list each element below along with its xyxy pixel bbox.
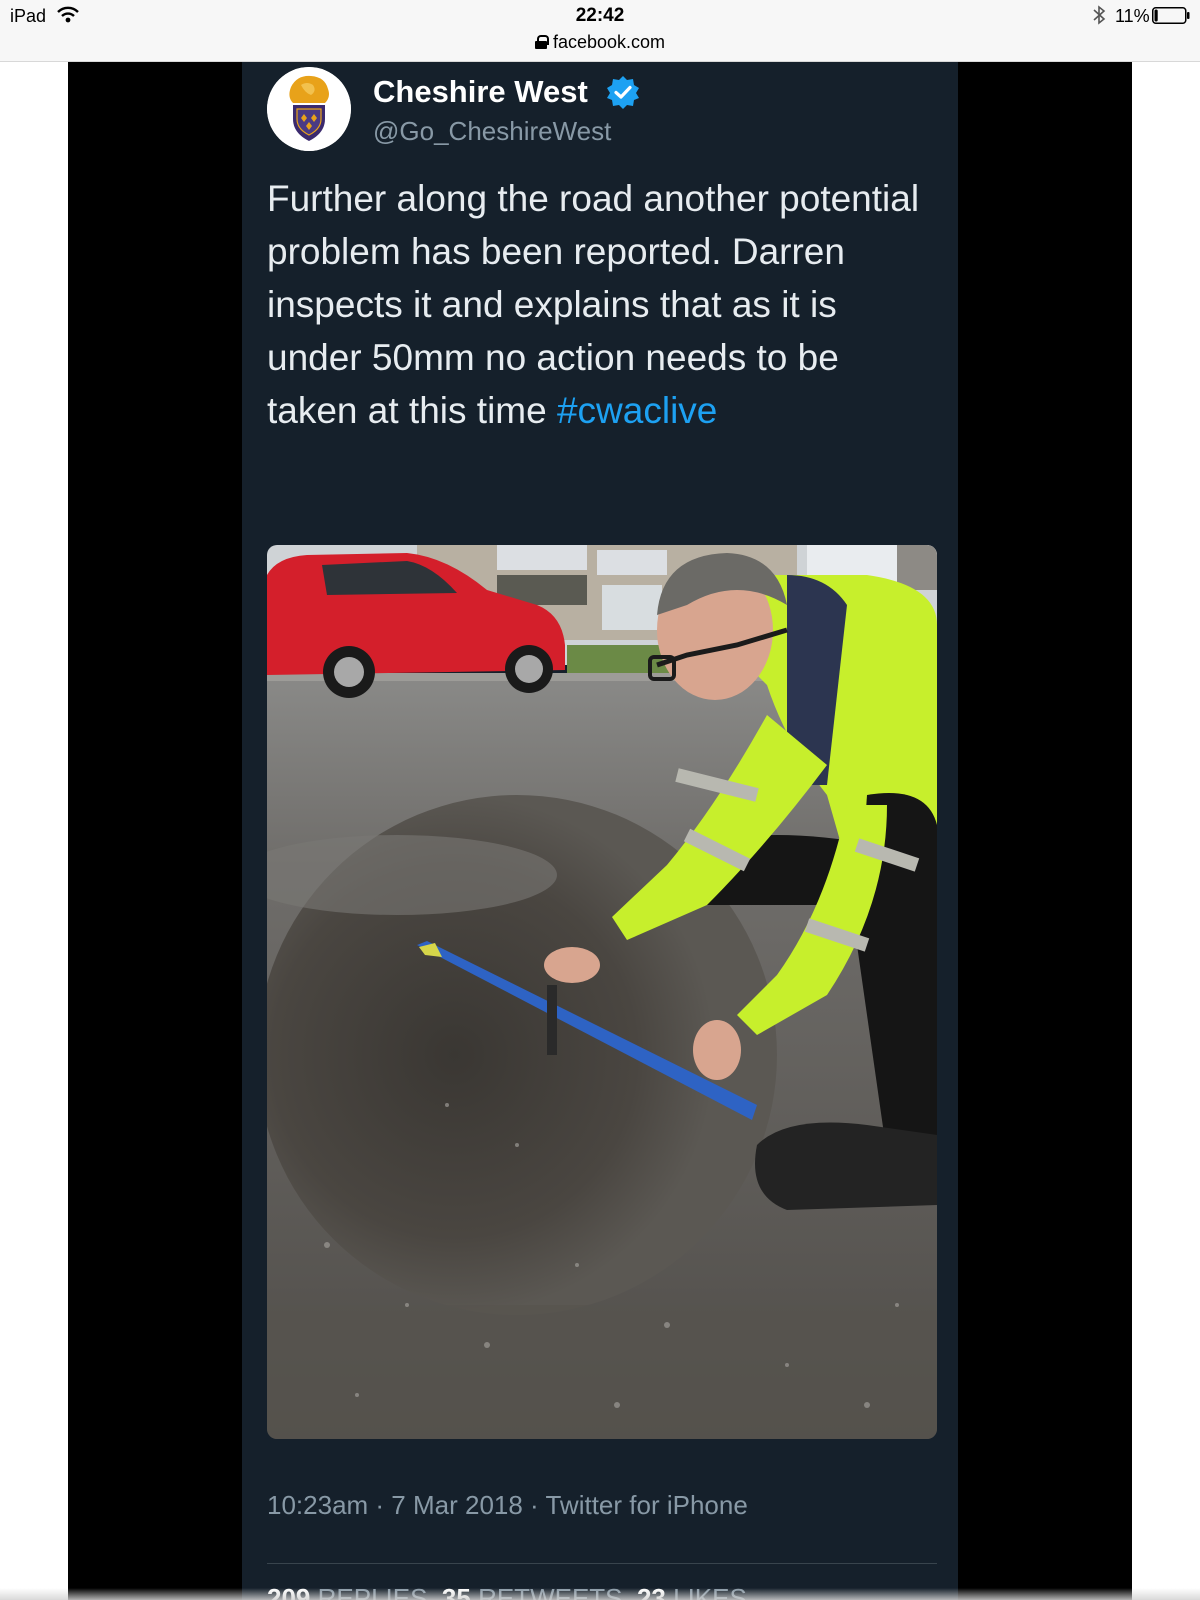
tweet-text: Further along the road another potential…	[267, 172, 927, 437]
display-name[interactable]: Cheshire West	[373, 74, 588, 110]
meta-separator: ·	[522, 1490, 546, 1520]
tweet-timestamp[interactable]: 10:23am	[267, 1490, 368, 1520]
tweet-metadata: 10:23am · 7 Mar 2018 · Twitter for iPhon…	[267, 1490, 748, 1521]
screen-edge-fade	[0, 1588, 1200, 1600]
hashtag-link[interactable]: #cwaclive	[557, 390, 717, 431]
user-handle[interactable]: @Go_CheshireWest	[373, 116, 611, 147]
battery-icon	[1152, 7, 1190, 24]
bluetooth-icon	[1093, 5, 1106, 25]
battery-percent: 11%	[1115, 6, 1150, 26]
status-bar: iPad 22:42 facebook.com 11%	[0, 0, 1200, 62]
verified-badge-icon	[607, 76, 639, 109]
tweet-date[interactable]: 7 Mar 2018	[391, 1490, 523, 1520]
lock-icon	[534, 35, 549, 49]
address-bar[interactable]: facebook.com	[0, 32, 1200, 53]
clock: 22:42	[575, 5, 625, 26]
meta-separator: ·	[368, 1490, 392, 1520]
divider	[267, 1563, 937, 1564]
avatar[interactable]	[267, 67, 351, 151]
url-text: facebook.com	[552, 32, 666, 52]
tweet-source[interactable]: Twitter for iPhone	[545, 1490, 747, 1520]
cheshire-west-logo-icon	[267, 67, 351, 151]
tweet-photo[interactable]	[267, 545, 937, 1439]
